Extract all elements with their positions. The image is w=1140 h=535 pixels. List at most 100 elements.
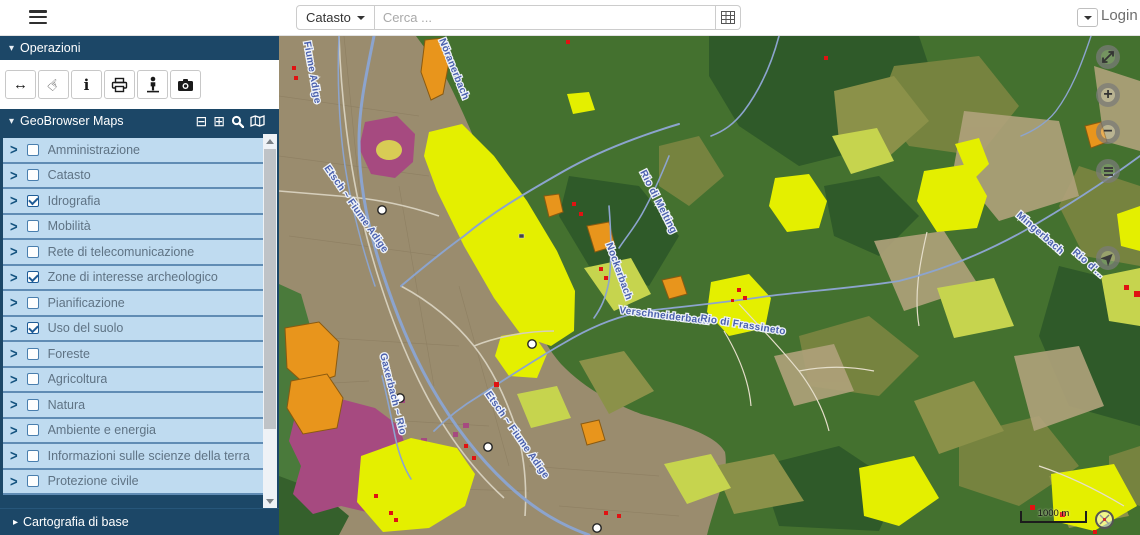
zoom-extent-button[interactable] [1096, 45, 1120, 69]
layer-label: Zone di interesse archeologico [48, 270, 218, 284]
expand-chevron-icon[interactable]: > [10, 141, 18, 158]
maps-panel-title: GeoBrowser Maps [20, 114, 124, 128]
layers-button[interactable] [1096, 159, 1120, 183]
expand-chevron-icon[interactable]: > [10, 473, 18, 490]
layer-checkbox[interactable] [27, 373, 39, 385]
layer-checkbox[interactable] [27, 475, 39, 487]
expand-chevron-icon[interactable]: > [10, 192, 18, 209]
legend-map-icon[interactable] [250, 115, 265, 127]
hamburger-menu-icon[interactable] [29, 10, 47, 25]
layer-list-scrollbar[interactable] [263, 134, 277, 508]
layer-row[interactable]: >Pianificazione [3, 291, 263, 317]
street-view-person-icon [146, 76, 160, 93]
layer-row[interactable]: > Rete di telecomunicazione [3, 240, 263, 266]
expand-chevron-icon[interactable]: > [10, 320, 18, 337]
zoom-out-button[interactable]: − [1096, 120, 1120, 144]
layer-checkbox[interactable] [27, 246, 39, 258]
layer-row[interactable]: > Amministrazione [3, 138, 263, 164]
attribution-button[interactable] [1095, 510, 1114, 529]
caret-down-icon [1084, 16, 1092, 20]
account-dropdown-button[interactable] [1077, 8, 1098, 27]
search-category-label: Catasto [306, 10, 351, 25]
geobrowser-app: Catasto Login ▾ Operazioni [0, 0, 1140, 535]
layer-row[interactable]: > Zone di interesse archeologico [3, 266, 263, 292]
layer-checkbox[interactable] [27, 169, 39, 181]
screenshot-button[interactable] [170, 70, 201, 99]
search-bar: Catasto [296, 5, 741, 30]
expand-chevron-icon[interactable]: > [10, 396, 18, 413]
search-input[interactable] [375, 5, 716, 30]
map-viewport[interactable]: Fiume AdigeEtsch ~ Fiume AdigeEtsch ~ Fi… [279, 36, 1140, 535]
layer-row[interactable]: > Informazioni sulle scienze della terra [3, 444, 263, 470]
expand-chevron-icon[interactable]: > [10, 218, 18, 235]
layer-row[interactable]: > Mobilità [3, 215, 263, 241]
hand-pointer-icon: ☞ [42, 73, 64, 95]
layer-checkbox[interactable] [27, 450, 39, 462]
collapse-caret-icon: ▾ [9, 43, 14, 54]
scrollbar-thumb[interactable] [264, 149, 276, 429]
printer-icon [111, 77, 128, 93]
caret-down-icon [357, 16, 365, 20]
layer-checkbox[interactable] [27, 297, 39, 309]
layer-row[interactable]: > Natura [3, 393, 263, 419]
layer-label: Rete di telecomunicazione [48, 245, 195, 259]
search-layers-icon[interactable] [231, 115, 244, 128]
info-button[interactable]: i [71, 70, 102, 99]
layer-label: Informazioni sulle scienze della terra [48, 449, 250, 463]
expand-arrows-icon [1101, 50, 1115, 64]
pan-arrows-icon: ↔ [13, 76, 28, 93]
search-category-dropdown[interactable]: Catasto [296, 5, 375, 30]
expand-chevron-icon[interactable]: > [10, 422, 18, 439]
layer-label: Foreste [48, 347, 90, 361]
layer-checkbox[interactable] [27, 348, 39, 360]
expand-chevron-icon[interactable]: > [10, 447, 18, 464]
operations-panel-header[interactable]: ▾ Operazioni [0, 36, 279, 60]
layer-label: Amministrazione [48, 143, 140, 157]
layer-row[interactable]: > Agricoltura [3, 368, 263, 394]
expand-chevron-icon[interactable]: > [10, 167, 18, 184]
layer-row[interactable]: >Ambiente e energia [3, 419, 263, 445]
operations-toolbar: ↔ ☞ i [0, 60, 279, 109]
layer-checkbox[interactable] [27, 144, 39, 156]
expand-chevron-icon[interactable]: > [10, 294, 18, 311]
layer-row[interactable]: > Foreste [3, 342, 263, 368]
maps-panel-header[interactable]: ▾ GeoBrowser Maps ⊟ ⊞ [0, 109, 279, 133]
layer-checkbox[interactable] [27, 424, 39, 436]
layers-icon [1104, 167, 1113, 176]
base-cartography-header[interactable]: ▸ Cartografia di base [0, 508, 279, 535]
zoom-in-button[interactable]: + [1096, 83, 1120, 107]
layer-list: >Amministrazione>Catasto>Idrografia>Mobi… [3, 133, 263, 507]
login-link[interactable]: Login [1101, 7, 1138, 24]
expand-all-icon[interactable]: ⊞ [213, 114, 225, 128]
layer-checkbox[interactable] [27, 220, 39, 232]
top-bar: Catasto Login [0, 0, 1140, 36]
scroll-up-arrow[interactable] [263, 134, 277, 148]
info-icon: i [84, 76, 90, 94]
layer-row[interactable]: >Catasto [3, 164, 263, 190]
expand-chevron-icon[interactable]: > [10, 269, 18, 286]
layer-label: Natura [48, 398, 86, 412]
layer-checkbox-checked[interactable] [27, 195, 39, 207]
collapse-all-icon[interactable]: ⊟ [196, 114, 208, 128]
street-view-button[interactable] [137, 70, 168, 99]
layer-checkbox-checked[interactable] [27, 322, 39, 334]
layer-row[interactable]: > Protezione civile [3, 470, 263, 496]
results-table-button[interactable] [716, 5, 741, 30]
select-button[interactable]: ☞ [38, 70, 69, 99]
layer-label: Agricoltura [48, 372, 108, 386]
print-button[interactable] [104, 70, 135, 99]
layer-label: Mobilità [48, 219, 91, 233]
base-cartography-title: Cartografia di base [23, 515, 129, 529]
layer-label: Protezione civile [48, 474, 139, 488]
layer-row[interactable]: >Idrografia [3, 189, 263, 215]
scroll-down-arrow[interactable] [263, 494, 277, 508]
geolocate-button[interactable] [1096, 246, 1120, 270]
layer-checkbox-checked[interactable] [27, 271, 39, 283]
layer-row[interactable]: >Uso del suolo [3, 317, 263, 343]
expand-chevron-icon[interactable]: > [10, 371, 18, 388]
plus-icon: + [1103, 87, 1112, 103]
layer-checkbox[interactable] [27, 399, 39, 411]
expand-chevron-icon[interactable]: > [10, 243, 18, 260]
expand-chevron-icon[interactable]: > [10, 345, 18, 362]
pan-button[interactable]: ↔ [5, 70, 36, 99]
